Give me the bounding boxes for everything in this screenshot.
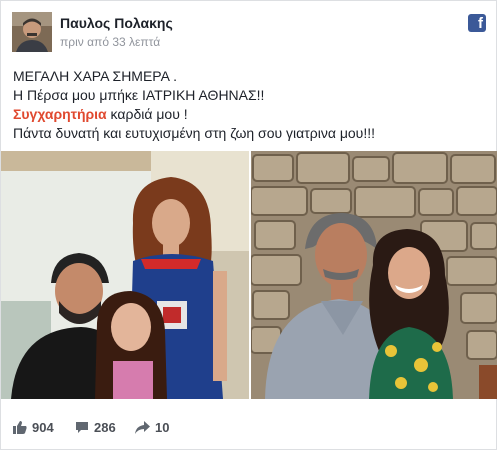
highlighted-word: Συγχαρητήρια <box>13 106 107 122</box>
post-stats: 904 286 10 <box>13 417 484 437</box>
likes-count: 904 <box>32 419 54 435</box>
post-line-2: Η Πέρσα μου μπήκε ΙΑΤΡΙΚΗ ΑΘΗΝΑΣ!! <box>13 87 265 103</box>
post-line-4: Πάντα δυνατή και ευτυχισμένη στη ζωη σου… <box>13 125 375 141</box>
like-icon <box>13 421 27 434</box>
post-header: Παυλος Πολακης πριν από 33 λεπτά f <box>12 12 486 56</box>
post-text: ΜΕΓΑΛΗ ΧΑΡΑ ΣΗΜΕΡΑ . Η Πέρσα μου μπήκε Ι… <box>13 67 484 143</box>
facebook-logo-icon: f <box>468 14 486 32</box>
post-timestamp[interactable]: πριν από 33 λεπτά <box>60 35 160 49</box>
facebook-post-card: Παυλος Πολακης πριν από 33 λεπτά f ΜΕΓΑΛ… <box>0 0 497 450</box>
photo-family[interactable] <box>1 151 249 399</box>
post-line-3: Συγχαρητήρια καρδιά μου ! <box>13 105 484 124</box>
share-icon <box>135 420 150 434</box>
comment-icon <box>76 421 88 433</box>
post-line-1: ΜΕΓΑΛΗ ΧΑΡΑ ΣΗΜΕΡΑ . <box>13 68 177 84</box>
comments-stat[interactable]: 286 <box>75 417 116 437</box>
author-name[interactable]: Παυλος Πολακης <box>60 15 173 31</box>
likes-stat[interactable]: 904 <box>13 417 54 437</box>
photo-grid <box>1 151 497 399</box>
shares-count: 10 <box>155 419 170 435</box>
post-line-3-rest: καρδιά μου ! <box>106 106 188 122</box>
photo-father-daughter[interactable] <box>251 151 497 399</box>
author-avatar[interactable] <box>12 12 52 52</box>
comments-count: 286 <box>94 419 116 435</box>
shares-stat[interactable]: 10 <box>135 417 169 437</box>
